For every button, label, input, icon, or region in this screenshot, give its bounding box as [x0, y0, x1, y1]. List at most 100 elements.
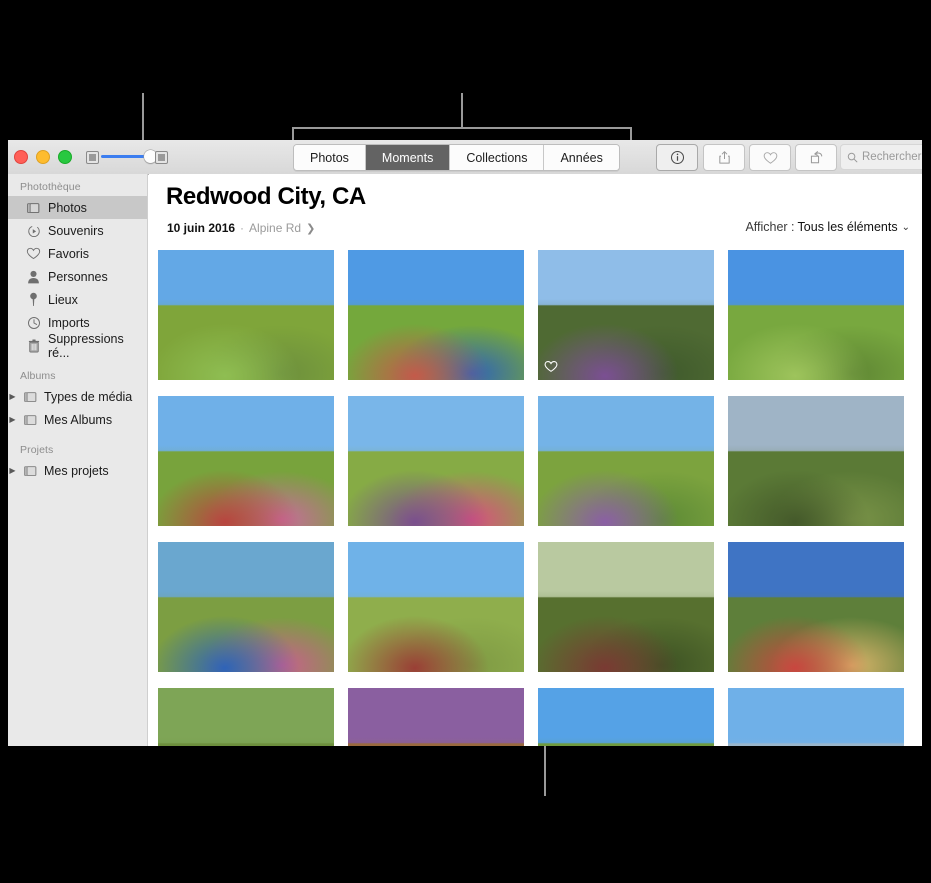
callout-line-photo-grid	[544, 746, 546, 796]
moment-place[interactable]: Alpine Rd	[249, 221, 301, 235]
photo-thumbnail[interactable]	[538, 542, 714, 672]
trash-icon	[26, 338, 41, 353]
sidebar-item-label: Suppressions ré...	[48, 331, 124, 360]
search-icon	[847, 152, 858, 162]
tab-photos[interactable]: Photos	[294, 145, 366, 170]
heart-icon	[26, 246, 41, 261]
callout-line-zoom-slider	[142, 93, 144, 143]
search-placeholder: Rechercher	[862, 151, 922, 163]
photo-subject-overlay	[158, 737, 334, 746]
tab-moments[interactable]: Moments	[365, 145, 451, 170]
album-icon	[23, 412, 38, 427]
sidebar-item-label: Personnes	[48, 269, 108, 284]
sidebar-item-label: Lieux	[48, 292, 78, 307]
memories-icon	[26, 223, 41, 238]
share-button[interactable]	[703, 144, 745, 171]
favorite-heart-icon[interactable]	[544, 360, 558, 373]
chevron-right-icon[interactable]: ❯	[306, 222, 315, 235]
heart-icon	[763, 151, 777, 164]
tab-annees[interactable]: Années	[544, 145, 619, 170]
photo-thumbnail[interactable]	[538, 250, 714, 380]
clock-icon	[26, 315, 41, 330]
photo-subject-overlay	[348, 445, 524, 526]
window-controls	[14, 150, 72, 164]
photo-subject-overlay	[348, 737, 524, 746]
thumbnail-size-slider[interactable]	[86, 149, 168, 165]
photo-subject-overlay	[348, 591, 524, 672]
photo-subject-overlay	[158, 445, 334, 526]
photo-thumbnail[interactable]	[158, 250, 334, 380]
sidebar-item-label: Souvenirs	[48, 223, 104, 238]
search-field[interactable]: Rechercher	[840, 144, 922, 170]
rotate-icon	[810, 151, 822, 164]
favorite-button[interactable]	[749, 144, 791, 171]
photo-subject-overlay	[538, 299, 714, 380]
chevron-right-icon[interactable]: ▶	[8, 415, 17, 424]
photo-subject-overlay	[538, 445, 714, 526]
sidebar-item-personnes[interactable]: Personnes	[8, 265, 147, 288]
photo-subject-overlay	[728, 445, 904, 526]
sidebar-section-albums: Albums	[20, 370, 56, 382]
photo-thumbnail[interactable]	[158, 688, 334, 746]
moment-subtitle: 10 juin 2016 · Alpine Rd ❯	[167, 221, 315, 235]
rotate-button[interactable]	[795, 144, 837, 171]
sidebar-item-label: Mes projets	[44, 463, 109, 478]
photo-thumbnail[interactable]	[728, 542, 904, 672]
photo-grid	[158, 250, 922, 746]
photo-thumbnail[interactable]	[348, 542, 524, 672]
chevron-right-icon[interactable]: ▶	[8, 466, 17, 475]
chevron-down-icon: ⌄	[901, 221, 910, 233]
photo-thumbnail[interactable]	[538, 396, 714, 526]
photo-subject-overlay	[158, 299, 334, 380]
album-icon	[23, 463, 38, 478]
photos-app-window: Photos Moments Collections Années Recher…	[8, 140, 922, 746]
sidebar-item-label: Imports	[48, 315, 90, 330]
album-icon	[23, 389, 38, 404]
small-thumbnails-icon[interactable]	[86, 151, 99, 164]
sidebar-item-label: Photos	[48, 200, 87, 215]
show-value: Tous les éléments	[797, 220, 898, 234]
show-popup-button[interactable]: Afficher : Tous les éléments ⌄	[745, 220, 910, 234]
sidebar-item-suppressions-recentes[interactable]: Suppressions ré...	[8, 331, 147, 360]
photo-thumbnail[interactable]	[158, 396, 334, 526]
photo-thumbnail[interactable]	[538, 688, 714, 746]
photo-thumbnail[interactable]	[728, 396, 904, 526]
view-mode-segmented-control[interactable]: Photos Moments Collections Années	[293, 144, 620, 171]
info-icon	[670, 150, 684, 165]
sidebar-section-photolibrary: Photothèque	[20, 181, 81, 193]
chevron-right-icon[interactable]: ▶	[8, 392, 17, 401]
sidebar-item-photos[interactable]: Photos	[8, 196, 147, 219]
close-button[interactable]	[14, 150, 28, 164]
photo-subject-overlay	[538, 737, 714, 746]
info-button[interactable]	[656, 144, 698, 171]
tab-collections[interactable]: Collections	[450, 145, 545, 170]
photo-thumbnail[interactable]	[158, 542, 334, 672]
sidebar-item-label: Mes Albums	[44, 412, 113, 427]
zoom-button[interactable]	[58, 150, 72, 164]
show-label: Afficher :	[745, 220, 795, 234]
photo-thumbnail[interactable]	[348, 250, 524, 380]
photos-icon	[26, 200, 41, 215]
large-thumbnails-icon[interactable]	[155, 151, 168, 164]
pin-icon	[26, 292, 41, 307]
photo-subject-overlay	[728, 591, 904, 672]
share-icon	[718, 151, 730, 164]
photo-subject-overlay	[728, 299, 904, 380]
photo-subject-overlay	[158, 591, 334, 672]
sidebar-item-types-de-media[interactable]: ▶ Types de média	[8, 385, 147, 408]
sidebar-item-souvenirs[interactable]: Souvenirs	[8, 219, 147, 242]
photo-subject-overlay	[348, 299, 524, 380]
sidebar-item-favoris[interactable]: Favoris	[8, 242, 147, 265]
sidebar-item-label: Types de média	[44, 389, 133, 404]
photo-thumbnail[interactable]	[728, 250, 904, 380]
photo-thumbnail[interactable]	[348, 396, 524, 526]
sidebar-item-lieux[interactable]: Lieux	[8, 288, 147, 311]
callout-line-view-modes	[461, 93, 463, 128]
minimize-button[interactable]	[36, 150, 50, 164]
photo-thumbnail[interactable]	[348, 688, 524, 746]
sidebar-item-mes-projets[interactable]: ▶ Mes projets	[8, 459, 147, 482]
sidebar-item-mes-albums[interactable]: ▶ Mes Albums	[8, 408, 147, 431]
sidebar: Photothèque Photos Souvenirs Favoris Per…	[8, 174, 148, 746]
photo-thumbnail[interactable]	[728, 688, 904, 746]
